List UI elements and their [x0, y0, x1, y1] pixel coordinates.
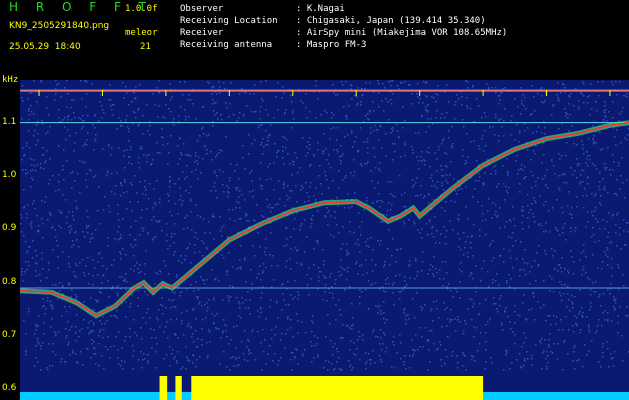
y-tick-label: 0.7 [2, 330, 17, 340]
meta-location-value: : Chigasaki, Japan (139.414 35.340) [296, 16, 486, 26]
meta-antenna-label: Receiving antenna [180, 40, 273, 50]
echo-block [175, 376, 182, 400]
meta-location-label: Receiving Location [180, 16, 278, 26]
meta-receiver-value: : AirSpy mini (Miakejima VOR 108.65MHz) [296, 28, 508, 38]
y-tick-label: 1.0 [2, 170, 17, 180]
file-name: KN9_2505291840.png [9, 21, 110, 31]
y-tick-label: 0.6 [2, 383, 17, 394]
spectrogram-plot[interactable] [20, 80, 629, 400]
meleor-label: meleor [125, 28, 158, 38]
y-tick-label: 0.8 [2, 276, 17, 287]
y-axis-unit: kHz [2, 75, 19, 85]
meleor-count: 21 [140, 42, 151, 52]
meta-observer-value: : K.Nagai [296, 4, 345, 14]
echo-block [159, 376, 168, 400]
meta-receiver-label: Receiver [180, 28, 224, 38]
meta-observer-label: Observer [180, 4, 224, 14]
meta-antenna-value: : Maspro FM-3 [296, 40, 367, 50]
version-label: 1.0.0f [125, 4, 158, 14]
header-panel: H R O F F T 1.0.0f KN9_2505291840.png me… [0, 0, 629, 74]
y-tick-label: 0.9 [2, 223, 17, 234]
spectrogram-background [20, 80, 629, 400]
y-tick-label: 1.1 [2, 116, 17, 127]
echo-block [191, 376, 484, 400]
timestamp: 25.05.29 18:40 [9, 42, 81, 52]
